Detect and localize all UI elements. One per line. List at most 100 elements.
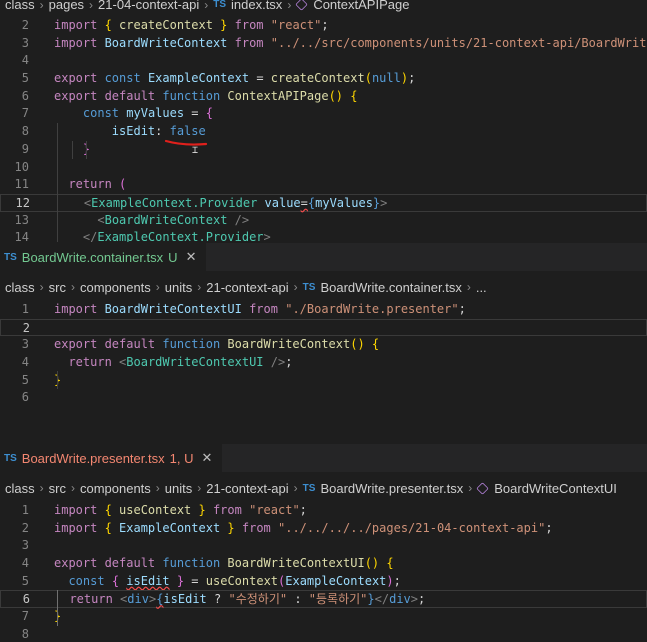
breadcrumb-file[interactable]: index.tsx bbox=[231, 0, 282, 12]
breadcrumb-item[interactable]: components bbox=[80, 280, 151, 295]
code-line[interactable]: 4 bbox=[0, 52, 647, 70]
code-line[interactable]: 5} bbox=[0, 372, 647, 390]
code-token: /> bbox=[270, 355, 286, 370]
breadcrumb-item[interactable]: src bbox=[49, 481, 66, 496]
line-number: 1 bbox=[21, 503, 29, 517]
code-line[interactable]: 6 bbox=[0, 389, 647, 407]
breadcrumb: class › src › components › units › 21-contex… bbox=[0, 476, 647, 500]
typescript-file-icon: TS bbox=[4, 251, 17, 263]
code-token: isEdit bbox=[126, 573, 170, 588]
breadcrumb-item[interactable]: pages bbox=[49, 0, 84, 12]
code-line[interactable]: 7 const myValues = { bbox=[0, 105, 647, 123]
close-icon[interactable]: ✕ bbox=[201, 450, 212, 466]
code-token: ; bbox=[418, 592, 426, 607]
breadcrumb-item[interactable]: class bbox=[5, 481, 35, 496]
code-line[interactable]: 2 import { ExampleContext } from "../../.… bbox=[0, 520, 647, 538]
breadcrumb-item[interactable]: src bbox=[49, 280, 66, 295]
chevron-right-icon: › bbox=[70, 481, 75, 495]
code-line[interactable]: 8 isEdit: false bbox=[0, 123, 647, 141]
code-token: = bbox=[184, 573, 206, 588]
code-line[interactable]: 3 import BoardWriteContext from "../../sr… bbox=[0, 35, 647, 53]
code-editor[interactable]: 1 import { useContext } from "react"; 2 imp… bbox=[0, 502, 647, 642]
breadcrumb-item[interactable]: class bbox=[5, 280, 35, 295]
editor-pane-index: class › pages › 21-04-context-api › TS index… bbox=[0, 0, 647, 242]
close-icon[interactable]: ✕ bbox=[186, 249, 197, 265]
line-code: <BoardWriteContext /> bbox=[54, 212, 249, 230]
code-token: useContext bbox=[205, 573, 279, 588]
mouse-cursor-icon: ⌶ bbox=[192, 145, 199, 156]
breadcrumb-item[interactable]: units bbox=[165, 481, 192, 496]
chevron-right-icon: › bbox=[466, 280, 471, 294]
code-line[interactable]: 6 return <div>{isEdit ? "수정하기" : "등록하기"}… bbox=[0, 590, 647, 609]
line-code: return ( bbox=[54, 176, 126, 194]
typescript-file-icon: TS bbox=[213, 0, 226, 10]
code-token: { bbox=[104, 503, 120, 517]
code-token: { bbox=[104, 520, 120, 535]
code-token: = bbox=[300, 195, 308, 210]
typescript-file-icon: TS bbox=[4, 452, 17, 464]
tab-boardwrite-container[interactable]: TS BoardWrite.container.tsx U ✕ bbox=[0, 243, 207, 271]
line-number: 3 bbox=[21, 35, 29, 50]
code-line[interactable]: 5 export const ExampleContext = createCon… bbox=[0, 70, 647, 88]
code-line[interactable]: 14 </ExampleContext.Provider> bbox=[0, 229, 647, 242]
breadcrumb-item[interactable]: components bbox=[80, 481, 151, 496]
code-line[interactable]: 11 return ( bbox=[0, 176, 647, 194]
code-line[interactable]: 3 export default function BoardWriteConte… bbox=[0, 336, 647, 354]
breadcrumb-symbol[interactable]: BoardWriteContextUI bbox=[494, 481, 617, 496]
code-line[interactable]: 2 bbox=[0, 318, 647, 337]
code-editor[interactable]: 1 import BoardWriteContextUI from "./Boar… bbox=[0, 301, 647, 441]
tab-boardwrite-presenter[interactable]: TS BoardWrite.presenter.tsx 1, U ✕ bbox=[0, 444, 223, 472]
code-editor[interactable]: 2 import { createContext } from "react"; 3… bbox=[0, 17, 647, 242]
code-token: from bbox=[227, 35, 271, 50]
line-number: 5 bbox=[21, 573, 29, 588]
code-line[interactable]: 9 } bbox=[0, 141, 647, 159]
breadcrumb-item[interactable]: 21-context-api bbox=[206, 280, 288, 295]
breadcrumb-item[interactable]: 21-04-context-api bbox=[98, 0, 199, 12]
code-line[interactable]: 1 import { useContext } from "react"; bbox=[0, 502, 647, 520]
code-token: return bbox=[68, 177, 120, 192]
code-token: const bbox=[104, 71, 148, 86]
code-line[interactable]: 3 bbox=[0, 537, 647, 555]
code-line[interactable]: 13 <BoardWriteContext /> bbox=[0, 212, 647, 230]
code-line[interactable]: 8 bbox=[0, 626, 647, 642]
code-line[interactable]: 2 import { createContext } from "react"; bbox=[0, 17, 647, 35]
breadcrumb-item[interactable]: class bbox=[5, 0, 35, 12]
code-token: "수정하기" bbox=[228, 592, 288, 607]
breadcrumb-more[interactable]: ... bbox=[476, 280, 487, 295]
code-token: ; bbox=[545, 520, 553, 535]
code-token: } bbox=[367, 592, 375, 607]
breadcrumb-file[interactable]: BoardWrite.container.tsx bbox=[320, 280, 461, 295]
code-line[interactable]: 12 <ExampleContext.Provider value={myVal… bbox=[0, 193, 647, 213]
breadcrumb-file[interactable]: BoardWrite.presenter.tsx bbox=[320, 481, 463, 496]
problem-count-badge: 1, U bbox=[169, 450, 194, 466]
code-token: > bbox=[380, 195, 388, 210]
code-line[interactable]: 4 export default function BoardWriteConte… bbox=[0, 555, 647, 573]
code-token: ExampleContext.Provider bbox=[91, 195, 265, 210]
indent-guide bbox=[57, 371, 58, 389]
code-line[interactable]: 7} bbox=[0, 608, 647, 626]
line-code: <ExampleContext.Provider value={myValues… bbox=[55, 195, 387, 213]
code-line[interactable]: 6 export default function ContextAPIPage(… bbox=[0, 88, 647, 106]
code-token: export bbox=[54, 556, 105, 571]
line-number: 3 bbox=[21, 337, 29, 352]
code-token: ( bbox=[119, 177, 127, 192]
breadcrumb-symbol[interactable]: ContextAPIPage bbox=[313, 0, 409, 12]
code-token: ; bbox=[321, 18, 329, 32]
line-number: 1 bbox=[21, 302, 29, 316]
line-number: 4 bbox=[21, 556, 29, 571]
code-line[interactable]: 1 import BoardWriteContextUI from "./Boar… bbox=[0, 301, 647, 319]
code-line[interactable]: 4 return <BoardWriteContextUI />; bbox=[0, 354, 647, 372]
code-token: import bbox=[54, 18, 105, 32]
code-token: } bbox=[191, 503, 206, 517]
breadcrumb-item[interactable]: units bbox=[165, 280, 192, 295]
line-number: 11 bbox=[14, 177, 29, 192]
breadcrumb-item[interactable]: 21-context-api bbox=[206, 481, 288, 496]
code-line[interactable]: 5 const { isEdit } = useContext(ExampleC… bbox=[0, 573, 647, 591]
code-line[interactable]: 10 bbox=[0, 159, 647, 177]
indent-guide bbox=[57, 590, 58, 626]
code-token: > bbox=[410, 592, 419, 607]
